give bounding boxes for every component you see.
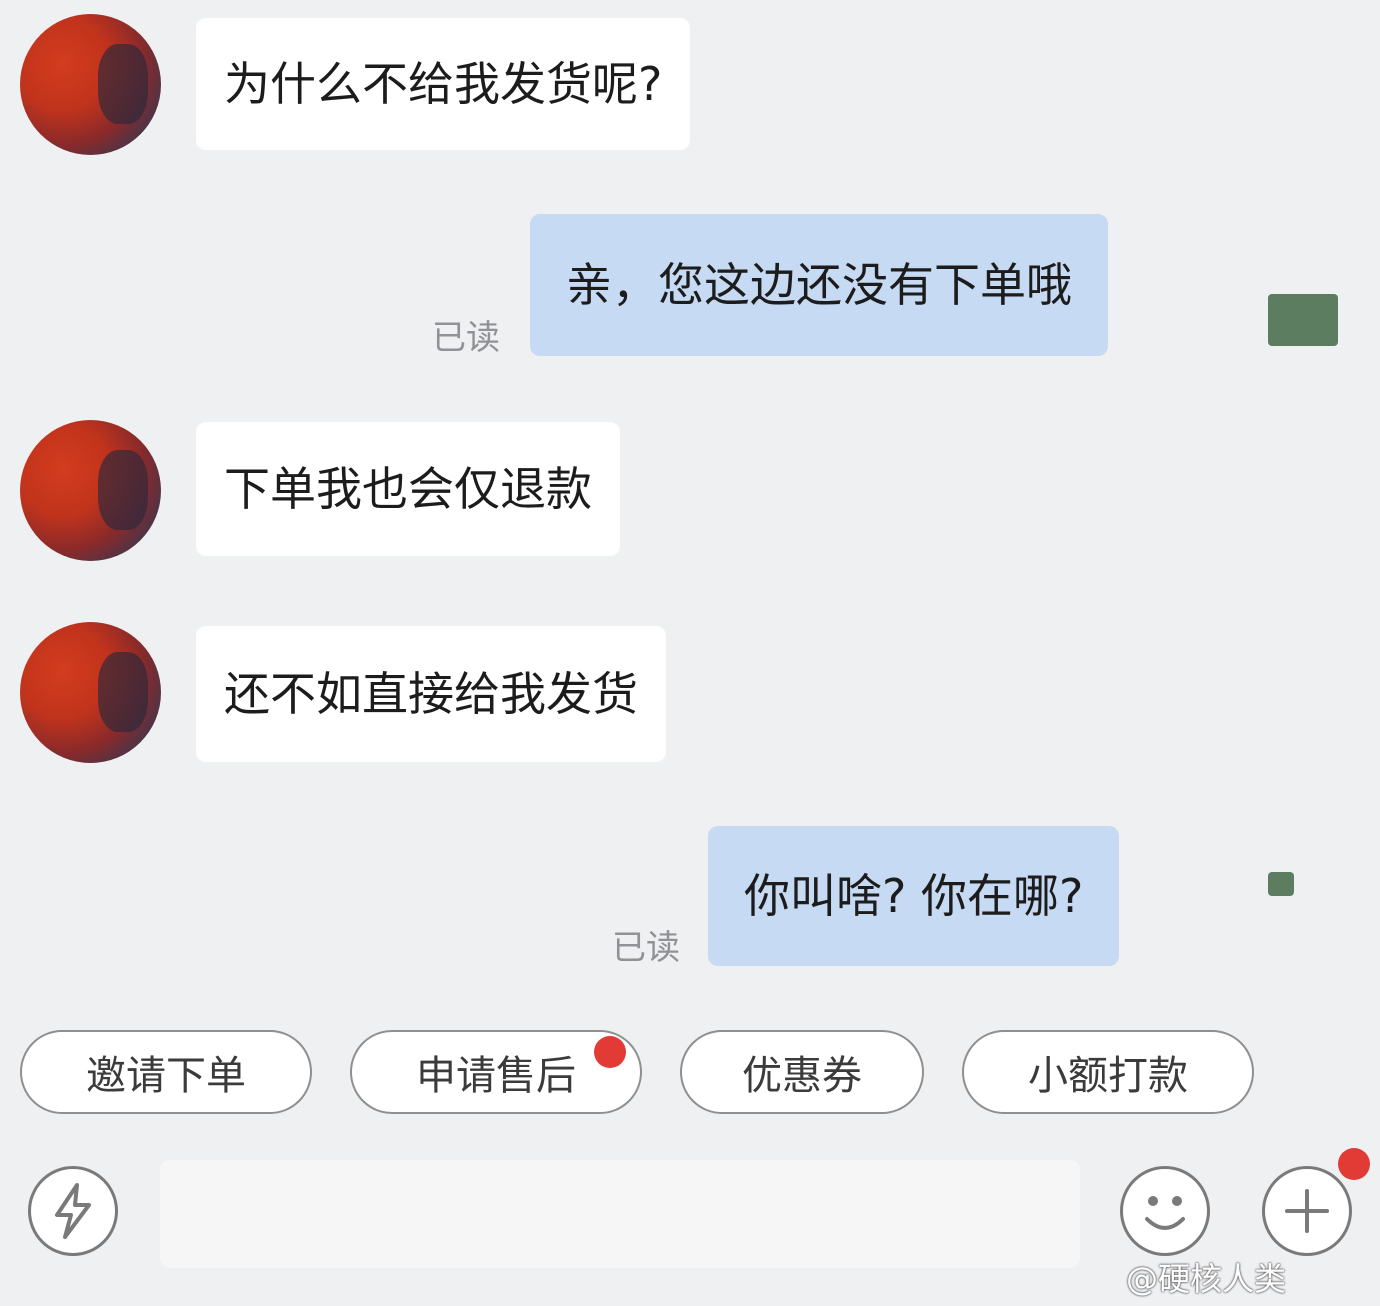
incoming-message-bubble: 下单我也会仅退款	[196, 422, 620, 556]
incoming-message-bubble: 还不如直接给我发货	[196, 626, 666, 762]
customer-avatar[interactable]	[20, 622, 161, 763]
incoming-message-bubble: 为什么不给我发货呢?	[196, 18, 691, 150]
notification-badge	[594, 1036, 626, 1068]
message-text: 下单我也会仅退款	[224, 462, 592, 516]
quick-action-row: 邀请下单 申请售后 优惠券 小额打款	[0, 1030, 1380, 1120]
chip-label: 优惠券	[742, 1053, 862, 1099]
chip-label: 邀请下单	[86, 1053, 246, 1099]
small-payment-button[interactable]: 小额打款	[962, 1030, 1254, 1114]
chip-label: 小额打款	[1028, 1053, 1188, 1099]
customer-avatar[interactable]	[20, 420, 161, 561]
invite-order-button[interactable]: 邀请下单	[20, 1030, 312, 1114]
message-text: 亲，您这边还没有下单哦	[566, 258, 1072, 312]
lightning-icon	[55, 1183, 91, 1239]
outgoing-message-bubble: 你叫啥? 你在哪?	[708, 826, 1120, 966]
message-text: 还不如直接给我发货	[224, 667, 638, 721]
quick-reply-button[interactable]	[28, 1166, 118, 1256]
read-status: 已读	[612, 928, 680, 968]
more-options-button[interactable]	[1262, 1166, 1352, 1256]
message-text: 为什么不给我发货呢?	[224, 57, 663, 111]
outgoing-message-bubble: 亲，您这边还没有下单哦	[530, 214, 1108, 356]
smiley-icon	[1145, 1196, 1185, 1230]
customer-avatar[interactable]	[20, 14, 161, 155]
message-text: 你叫啥? 你在哪?	[744, 869, 1084, 923]
notification-badge	[1338, 1148, 1370, 1180]
chip-label: 申请售后	[416, 1053, 576, 1099]
coupon-button[interactable]: 优惠券	[680, 1030, 924, 1114]
read-status: 已读	[432, 318, 500, 358]
plus-icon	[1285, 1189, 1329, 1233]
emoji-button[interactable]	[1120, 1166, 1210, 1256]
message-input[interactable]	[160, 1160, 1080, 1268]
seller-avatar[interactable]	[1268, 294, 1338, 346]
seller-avatar[interactable]	[1268, 872, 1294, 896]
watermark: @硬核人类	[1126, 1260, 1287, 1298]
